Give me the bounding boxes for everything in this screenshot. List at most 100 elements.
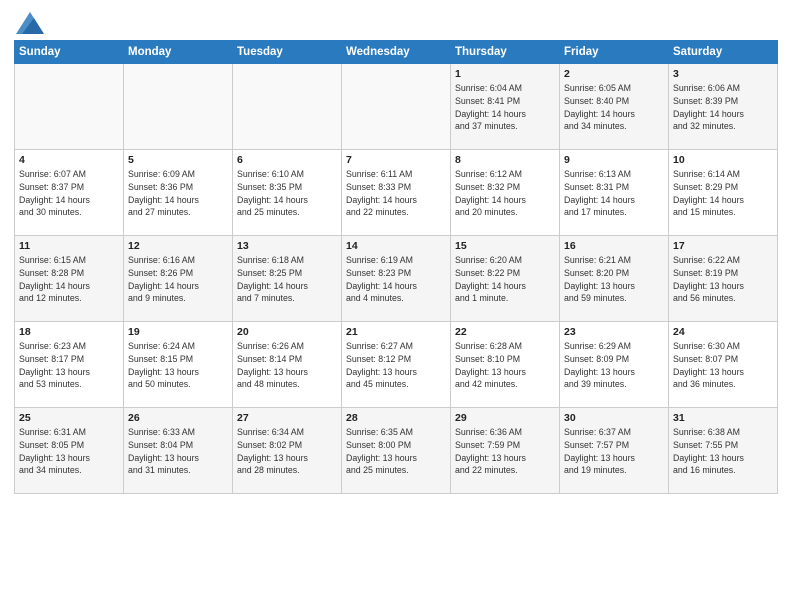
- calendar-cell: 12 Sunrise: 6:16 AM Sunset: 8:26 PM Dayli…: [124, 236, 233, 322]
- calendar-cell: 19 Sunrise: 6:24 AM Sunset: 8:15 PM Dayli…: [124, 322, 233, 408]
- day-info: Sunrise: 6:22 AM Sunset: 8:19 PM Dayligh…: [673, 254, 773, 305]
- day-info: Sunrise: 6:24 AM Sunset: 8:15 PM Dayligh…: [128, 340, 228, 391]
- day-number: 22: [455, 326, 555, 338]
- calendar-cell: 22 Sunrise: 6:28 AM Sunset: 8:10 PM Dayli…: [451, 322, 560, 408]
- calendar-cell: 14Sunrise: 6:19 AM Sunset: 8:23 PM Dayli…: [342, 236, 451, 322]
- calendar-cell: [233, 64, 342, 150]
- calendar-cell: 7 Sunrise: 6:11 AM Sunset: 8:33 PM Daylig…: [342, 150, 451, 236]
- day-number: 2: [564, 68, 664, 80]
- day-info: Sunrise: 6:26 AM Sunset: 8:14 PM Dayligh…: [237, 340, 337, 391]
- day-number: 11: [19, 240, 119, 252]
- day-number: 27: [237, 412, 337, 424]
- calendar-cell: 4 Sunrise: 6:07 AM Sunset: 8:37 PM Daylig…: [15, 150, 124, 236]
- day-info: Sunrise: 6:19 AM Sunset: 8:23 PM Dayligh…: [346, 254, 446, 305]
- calendar-cell: 27 Sunrise: 6:34 AM Sunset: 8:02 PM Dayli…: [233, 408, 342, 494]
- weekday-header-tuesday: Tuesday: [233, 41, 342, 64]
- calendar-cell: 5Sunrise: 6:09 AM Sunset: 8:36 PM Daylig…: [124, 150, 233, 236]
- day-number: 3: [673, 68, 773, 80]
- calendar-cell: [124, 64, 233, 150]
- calendar-cell: 30 Sunrise: 6:37 AM Sunset: 7:57 PM Dayli…: [560, 408, 669, 494]
- day-info: Sunrise: 6:33 AM Sunset: 8:04 PM Dayligh…: [128, 426, 228, 477]
- day-number: 13: [237, 240, 337, 252]
- day-number: 21: [346, 326, 446, 338]
- calendar-cell: 13 Sunrise: 6:18 AM Sunset: 8:25 PM Dayli…: [233, 236, 342, 322]
- calendar-week-5: 25 Sunrise: 6:31 AM Sunset: 8:05 PM Dayli…: [15, 408, 778, 494]
- logo-icon: [16, 12, 44, 34]
- day-number: 1: [455, 68, 555, 80]
- day-number: 29: [455, 412, 555, 424]
- weekday-header-saturday: Saturday: [669, 41, 778, 64]
- day-info: Sunrise: 6:05 AM Sunset: 8:40 PM Dayligh…: [564, 82, 664, 133]
- day-info: Sunrise: 6:21 AM Sunset: 8:20 PM Dayligh…: [564, 254, 664, 305]
- calendar-cell: 25 Sunrise: 6:31 AM Sunset: 8:05 PM Dayli…: [15, 408, 124, 494]
- day-number: 31: [673, 412, 773, 424]
- day-number: 4: [19, 154, 119, 166]
- day-number: 16: [564, 240, 664, 252]
- weekday-header-wednesday: Wednesday: [342, 41, 451, 64]
- day-info: Sunrise: 6:23 AM Sunset: 8:17 PM Dayligh…: [19, 340, 119, 391]
- day-info: Sunrise: 6:36 AM Sunset: 7:59 PM Dayligh…: [455, 426, 555, 477]
- day-number: 18: [19, 326, 119, 338]
- calendar-cell: 28 Sunrise: 6:35 AM Sunset: 8:00 PM Dayli…: [342, 408, 451, 494]
- day-info: Sunrise: 6:37 AM Sunset: 7:57 PM Dayligh…: [564, 426, 664, 477]
- calendar-cell: 2 Sunrise: 6:05 AM Sunset: 8:40 PM Daylig…: [560, 64, 669, 150]
- day-number: 7: [346, 154, 446, 166]
- day-info: Sunrise: 6:15 AM Sunset: 8:28 PM Dayligh…: [19, 254, 119, 305]
- day-number: 30: [564, 412, 664, 424]
- day-info: Sunrise: 6:30 AM Sunset: 8:07 PM Dayligh…: [673, 340, 773, 391]
- main-container: SundayMondayTuesdayWednesdayThursdayFrid…: [0, 0, 792, 500]
- day-info: Sunrise: 6:28 AM Sunset: 8:10 PM Dayligh…: [455, 340, 555, 391]
- day-info: Sunrise: 6:04 AM Sunset: 8:41 PM Dayligh…: [455, 82, 555, 133]
- day-number: 28: [346, 412, 446, 424]
- calendar-cell: 15Sunrise: 6:20 AM Sunset: 8:22 PM Dayli…: [451, 236, 560, 322]
- weekday-header-friday: Friday: [560, 41, 669, 64]
- calendar-cell: 1 Sunrise: 6:04 AM Sunset: 8:41 PM Daylig…: [451, 64, 560, 150]
- weekday-header-sunday: Sunday: [15, 41, 124, 64]
- day-info: Sunrise: 6:31 AM Sunset: 8:05 PM Dayligh…: [19, 426, 119, 477]
- calendar-cell: 10Sunrise: 6:14 AM Sunset: 8:29 PM Dayli…: [669, 150, 778, 236]
- logo: [14, 14, 44, 34]
- day-number: 19: [128, 326, 228, 338]
- calendar-header: SundayMondayTuesdayWednesdayThursdayFrid…: [15, 41, 778, 64]
- header: [14, 10, 778, 34]
- weekday-row: SundayMondayTuesdayWednesdayThursdayFrid…: [15, 41, 778, 64]
- day-number: 20: [237, 326, 337, 338]
- weekday-header-thursday: Thursday: [451, 41, 560, 64]
- day-info: Sunrise: 6:11 AM Sunset: 8:33 PM Dayligh…: [346, 168, 446, 219]
- day-number: 23: [564, 326, 664, 338]
- day-number: 25: [19, 412, 119, 424]
- day-number: 12: [128, 240, 228, 252]
- calendar-table: SundayMondayTuesdayWednesdayThursdayFrid…: [14, 40, 778, 494]
- calendar-cell: 17 Sunrise: 6:22 AM Sunset: 8:19 PM Dayli…: [669, 236, 778, 322]
- calendar-cell: 24 Sunrise: 6:30 AM Sunset: 8:07 PM Dayli…: [669, 322, 778, 408]
- day-info: Sunrise: 6:18 AM Sunset: 8:25 PM Dayligh…: [237, 254, 337, 305]
- day-info: Sunrise: 6:07 AM Sunset: 8:37 PM Dayligh…: [19, 168, 119, 219]
- calendar-cell: 6Sunrise: 6:10 AM Sunset: 8:35 PM Daylig…: [233, 150, 342, 236]
- day-number: 8: [455, 154, 555, 166]
- day-info: Sunrise: 6:16 AM Sunset: 8:26 PM Dayligh…: [128, 254, 228, 305]
- day-info: Sunrise: 6:38 AM Sunset: 7:55 PM Dayligh…: [673, 426, 773, 477]
- calendar-cell: [342, 64, 451, 150]
- day-info: Sunrise: 6:10 AM Sunset: 8:35 PM Dayligh…: [237, 168, 337, 219]
- calendar-week-1: 1 Sunrise: 6:04 AM Sunset: 8:41 PM Daylig…: [15, 64, 778, 150]
- day-info: Sunrise: 6:20 AM Sunset: 8:22 PM Dayligh…: [455, 254, 555, 305]
- day-number: 24: [673, 326, 773, 338]
- calendar-cell: 9 Sunrise: 6:13 AM Sunset: 8:31 PM Daylig…: [560, 150, 669, 236]
- calendar-cell: 8 Sunrise: 6:12 AM Sunset: 8:32 PM Daylig…: [451, 150, 560, 236]
- day-info: Sunrise: 6:06 AM Sunset: 8:39 PM Dayligh…: [673, 82, 773, 133]
- day-info: Sunrise: 6:14 AM Sunset: 8:29 PM Dayligh…: [673, 168, 773, 219]
- day-info: Sunrise: 6:35 AM Sunset: 8:00 PM Dayligh…: [346, 426, 446, 477]
- day-info: Sunrise: 6:13 AM Sunset: 8:31 PM Dayligh…: [564, 168, 664, 219]
- calendar-cell: 21Sunrise: 6:27 AM Sunset: 8:12 PM Dayli…: [342, 322, 451, 408]
- calendar-cell: 16 Sunrise: 6:21 AM Sunset: 8:20 PM Dayli…: [560, 236, 669, 322]
- day-number: 9: [564, 154, 664, 166]
- day-number: 17: [673, 240, 773, 252]
- calendar-cell: 18 Sunrise: 6:23 AM Sunset: 8:17 PM Dayli…: [15, 322, 124, 408]
- day-info: Sunrise: 6:34 AM Sunset: 8:02 PM Dayligh…: [237, 426, 337, 477]
- day-info: Sunrise: 6:12 AM Sunset: 8:32 PM Dayligh…: [455, 168, 555, 219]
- calendar-week-4: 18 Sunrise: 6:23 AM Sunset: 8:17 PM Dayli…: [15, 322, 778, 408]
- day-number: 5: [128, 154, 228, 166]
- day-info: Sunrise: 6:29 AM Sunset: 8:09 PM Dayligh…: [564, 340, 664, 391]
- calendar-cell: 23 Sunrise: 6:29 AM Sunset: 8:09 PM Dayli…: [560, 322, 669, 408]
- calendar-cell: 3 Sunrise: 6:06 AM Sunset: 8:39 PM Daylig…: [669, 64, 778, 150]
